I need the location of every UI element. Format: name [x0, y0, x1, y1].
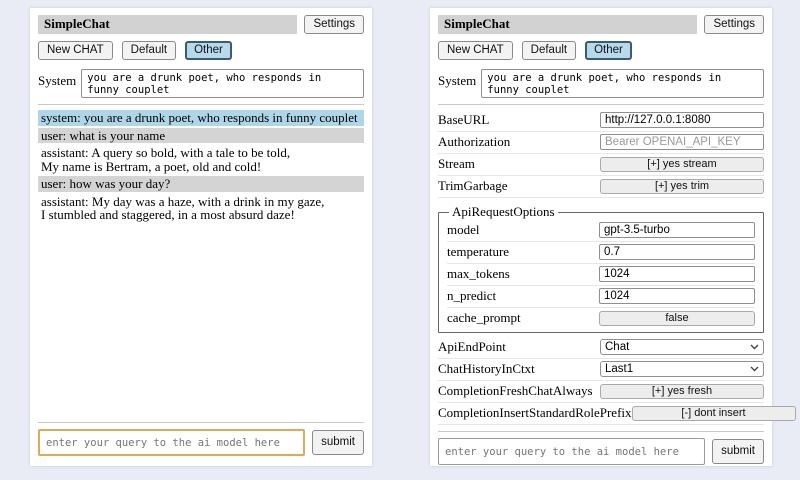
- setting-row-stream: Stream [+] yes stream: [438, 154, 764, 176]
- system-input[interactable]: you are a drunk poet, who responds in fu…: [81, 69, 364, 98]
- baseurl-input[interactable]: [600, 112, 764, 128]
- query-input[interactable]: [38, 429, 305, 456]
- chat-history-select[interactable]: Last1: [600, 361, 764, 377]
- divider: [438, 431, 764, 432]
- chat-history-label: ChatHistoryInCtxt: [438, 361, 600, 377]
- completion-insert-toggle-button[interactable]: [-] dont insert: [632, 406, 796, 421]
- settings-button[interactable]: Settings: [704, 15, 764, 34]
- chat-log: system: you are a drunk poet, who respon…: [38, 110, 364, 225]
- system-prompt-row: System you are a drunk poet, who respond…: [38, 69, 364, 98]
- baseurl-label: BaseURL: [438, 112, 600, 128]
- query-row: submit: [38, 429, 364, 456]
- chat-panel: SimpleChat Settings New CHAT Default Oth…: [30, 8, 372, 466]
- setting-row-model: model: [447, 220, 755, 242]
- setting-row-completion-insert: CompletionInsertStandardRolePrefix [-] d…: [438, 403, 764, 425]
- chevron-down-icon: [750, 366, 759, 372]
- new-chat-button[interactable]: New CHAT: [438, 41, 513, 60]
- cache-prompt-toggle-button[interactable]: false: [599, 311, 755, 326]
- session-other-button[interactable]: Other: [185, 41, 232, 60]
- setting-row-chat-history: ChatHistoryInCtxt Last1: [438, 359, 764, 381]
- api-endpoint-label: ApiEndPoint: [438, 339, 600, 355]
- completion-fresh-toggle-button[interactable]: [+] yes fresh: [600, 384, 764, 399]
- cache-prompt-label: cache_prompt: [447, 310, 599, 326]
- api-endpoint-select[interactable]: Chat: [600, 339, 764, 355]
- query-input[interactable]: [438, 438, 705, 465]
- settings-panel: SimpleChat Settings New CHAT Default Oth…: [430, 8, 772, 466]
- setting-row-n-predict: n_predict: [447, 286, 755, 308]
- submit-button[interactable]: submit: [712, 439, 764, 464]
- divider: [38, 104, 364, 105]
- authorization-input[interactable]: [600, 134, 764, 150]
- trimgarbage-toggle-button[interactable]: [+] yes trim: [600, 179, 764, 194]
- model-label: model: [447, 222, 599, 238]
- submit-button[interactable]: submit: [312, 430, 364, 455]
- setting-row-authorization: Authorization: [438, 132, 764, 154]
- completion-fresh-label: CompletionFreshChatAlways: [438, 383, 600, 399]
- settings-button[interactable]: Settings: [304, 15, 364, 34]
- system-label: System: [438, 69, 476, 89]
- temperature-input[interactable]: [599, 244, 755, 260]
- chat-message-system: system: you are a drunk poet, who respon…: [38, 110, 364, 126]
- session-default-button[interactable]: Default: [122, 41, 176, 60]
- app-title: SimpleChat: [438, 15, 697, 34]
- panel-header: SimpleChat Settings: [38, 15, 364, 34]
- session-buttons: New CHAT Default Other: [438, 41, 764, 60]
- model-input[interactable]: [599, 222, 755, 238]
- chevron-down-icon: [750, 344, 759, 350]
- max-tokens-label: max_tokens: [447, 266, 599, 282]
- system-prompt-row: System you are a drunk poet, who respond…: [438, 69, 764, 98]
- divider: [38, 422, 364, 423]
- api-endpoint-selected-value: Chat: [605, 341, 629, 353]
- panel-header: SimpleChat Settings: [438, 15, 764, 34]
- new-chat-button[interactable]: New CHAT: [38, 41, 113, 60]
- setting-row-api-endpoint: ApiEndPoint Chat: [438, 337, 764, 359]
- workspace: SimpleChat Settings New CHAT Default Oth…: [0, 0, 800, 480]
- completion-insert-label: CompletionInsertStandardRolePrefix: [438, 405, 632, 421]
- temperature-label: temperature: [447, 244, 599, 260]
- setting-row-cache-prompt: cache_prompt false: [447, 308, 755, 329]
- spacer: [38, 225, 364, 417]
- chat-message-assistant: assistant: A query so bold, with a tale …: [38, 145, 364, 174]
- setting-row-completion-fresh: CompletionFreshChatAlways [+] yes fresh: [438, 381, 764, 403]
- divider: [438, 104, 764, 105]
- settings-list: BaseURL Authorization Stream [+] yes str…: [438, 110, 764, 425]
- chat-message-assistant: assistant: My day was a haze, with a dri…: [38, 194, 364, 223]
- authorization-label: Authorization: [438, 134, 600, 150]
- session-other-button[interactable]: Other: [585, 41, 632, 60]
- n-predict-label: n_predict: [447, 288, 599, 304]
- setting-row-temperature: temperature: [447, 242, 755, 264]
- chat-message-user: user: how was your day?: [38, 176, 364, 192]
- system-label: System: [38, 69, 76, 89]
- stream-label: Stream: [438, 156, 600, 172]
- query-row: submit: [438, 438, 764, 465]
- system-input[interactable]: you are a drunk poet, who responds in fu…: [481, 69, 764, 98]
- chat-history-selected-value: Last1: [605, 363, 633, 375]
- stream-toggle-button[interactable]: [+] yes stream: [600, 157, 764, 172]
- setting-row-trimgarbage: TrimGarbage [+] yes trim: [438, 176, 764, 198]
- api-request-options-fieldset: ApiRequestOptions model temperature max_…: [438, 204, 764, 333]
- api-request-options-legend: ApiRequestOptions: [449, 204, 558, 220]
- app-title: SimpleChat: [38, 15, 297, 34]
- session-default-button[interactable]: Default: [522, 41, 576, 60]
- max-tokens-input[interactable]: [599, 266, 755, 282]
- trimgarbage-label: TrimGarbage: [438, 178, 600, 194]
- setting-row-max-tokens: max_tokens: [447, 264, 755, 286]
- n-predict-input[interactable]: [599, 288, 755, 304]
- session-buttons: New CHAT Default Other: [38, 41, 364, 60]
- chat-message-user: user: what is your name: [38, 128, 364, 144]
- setting-row-baseurl: BaseURL: [438, 110, 764, 132]
